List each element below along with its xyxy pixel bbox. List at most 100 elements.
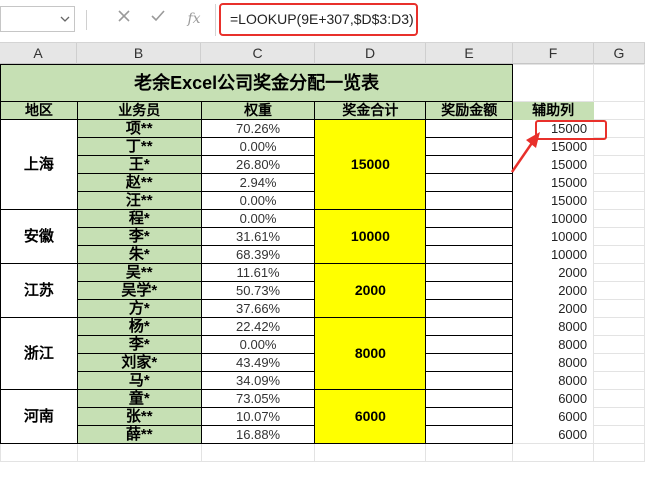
weight-cell[interactable]: 73.05% xyxy=(200,389,316,408)
empty-cell[interactable] xyxy=(593,64,645,102)
empty-cell[interactable] xyxy=(593,101,645,120)
helper-cell[interactable]: 8000 xyxy=(513,318,594,336)
empty-cell[interactable] xyxy=(593,335,645,354)
person-cell[interactable]: 李* xyxy=(76,335,202,354)
empty-cell[interactable] xyxy=(593,353,645,372)
empty-cell[interactable] xyxy=(512,64,595,102)
column-header-c[interactable]: C xyxy=(201,43,315,64)
empty-cell[interactable] xyxy=(593,245,645,264)
weight-cell[interactable]: 34.09% xyxy=(200,371,316,390)
person-cell[interactable]: 项** xyxy=(76,119,202,138)
empty-cell[interactable] xyxy=(593,317,645,336)
empty-cell[interactable] xyxy=(593,227,645,246)
helper-cell[interactable]: 2000 xyxy=(513,282,594,300)
bonus-cell[interactable] xyxy=(425,227,514,246)
person-cell[interactable]: 朱* xyxy=(76,245,202,264)
header-bonus[interactable]: 奖励金额 xyxy=(425,101,514,120)
column-header-a[interactable]: A xyxy=(0,43,77,64)
bonus-cell[interactable] xyxy=(425,317,514,336)
weight-cell[interactable]: 0.00% xyxy=(200,191,316,210)
helper-cell[interactable]: 6000 xyxy=(513,408,594,426)
empty-cell[interactable] xyxy=(593,425,645,444)
person-cell[interactable]: 童* xyxy=(76,389,202,408)
helper-cell[interactable]: 6000 xyxy=(513,426,594,444)
bonus-cell[interactable] xyxy=(425,353,514,372)
bonus-cell[interactable] xyxy=(425,245,514,264)
region-cell[interactable]: 安徽 xyxy=(0,209,78,264)
empty-cell[interactable] xyxy=(0,443,78,462)
empty-cell[interactable] xyxy=(593,155,645,174)
weight-cell[interactable]: 31.61% xyxy=(200,227,316,246)
header-region[interactable]: 地区 xyxy=(0,101,78,120)
region-cell[interactable]: 江苏 xyxy=(0,263,78,318)
empty-cell[interactable] xyxy=(593,371,645,390)
bonus-cell[interactable] xyxy=(425,389,514,408)
weight-cell[interactable]: 16.88% xyxy=(200,425,316,444)
helper-cell[interactable]: 2000 xyxy=(513,300,594,318)
column-header-g[interactable]: G xyxy=(594,43,645,64)
person-cell[interactable]: 汪** xyxy=(76,191,202,210)
total-cell[interactable]: 10000 xyxy=(314,209,427,264)
empty-cell[interactable] xyxy=(512,443,595,462)
helper-cell[interactable]: 10000 xyxy=(513,246,594,264)
chevron-down-icon[interactable] xyxy=(60,14,70,24)
empty-cell[interactable] xyxy=(593,407,645,426)
person-cell[interactable]: 薛** xyxy=(76,425,202,444)
weight-cell[interactable]: 10.07% xyxy=(200,407,316,426)
bonus-cell[interactable] xyxy=(425,281,514,300)
helper-cell[interactable]: 10000 xyxy=(513,228,594,246)
fx-icon[interactable]: fx xyxy=(184,9,204,29)
bonus-cell[interactable] xyxy=(425,335,514,354)
person-cell[interactable]: 张** xyxy=(76,407,202,426)
total-cell[interactable]: 15000 xyxy=(314,119,427,210)
person-cell[interactable]: 吴学* xyxy=(76,281,202,300)
sheet-title[interactable]: 老余Excel公司奖金分配一览表 xyxy=(0,64,514,102)
weight-cell[interactable]: 70.26% xyxy=(200,119,316,138)
column-header-d[interactable]: D xyxy=(315,43,426,64)
helper-cell[interactable]: 2000 xyxy=(513,264,594,282)
header-helper[interactable]: 辅助列 xyxy=(512,101,595,120)
empty-cell[interactable] xyxy=(593,389,645,408)
bonus-cell[interactable] xyxy=(425,263,514,282)
person-cell[interactable]: 吴** xyxy=(76,263,202,282)
column-header-e[interactable]: E xyxy=(426,43,513,64)
helper-cell[interactable]: 15000 xyxy=(513,192,594,210)
bonus-cell[interactable] xyxy=(425,407,514,426)
empty-cell[interactable] xyxy=(593,191,645,210)
empty-cell[interactable] xyxy=(76,443,202,462)
helper-cell[interactable]: 10000 xyxy=(513,210,594,228)
column-header-b[interactable]: B xyxy=(77,43,201,64)
bonus-cell[interactable] xyxy=(425,425,514,444)
person-cell[interactable]: 刘家* xyxy=(76,353,202,372)
person-cell[interactable]: 马* xyxy=(76,371,202,390)
bonus-cell[interactable] xyxy=(425,209,514,228)
empty-cell[interactable] xyxy=(425,443,514,462)
region-cell[interactable]: 浙江 xyxy=(0,317,78,390)
header-person[interactable]: 业务员 xyxy=(76,101,202,120)
helper-cell[interactable]: 8000 xyxy=(513,354,594,372)
person-cell[interactable]: 赵** xyxy=(76,173,202,192)
empty-cell[interactable] xyxy=(593,173,645,192)
total-cell[interactable]: 6000 xyxy=(314,389,427,444)
weight-cell[interactable]: 0.00% xyxy=(200,209,316,228)
bonus-cell[interactable] xyxy=(425,191,514,210)
empty-cell[interactable] xyxy=(593,299,645,318)
weight-cell[interactable]: 26.80% xyxy=(200,155,316,174)
column-header-f[interactable]: F xyxy=(513,43,594,64)
person-cell[interactable]: 杨* xyxy=(76,317,202,336)
weight-cell[interactable]: 0.00% xyxy=(200,335,316,354)
empty-cell[interactable] xyxy=(593,281,645,300)
empty-cell[interactable] xyxy=(593,137,645,156)
person-cell[interactable]: 方* xyxy=(76,299,202,318)
weight-cell[interactable]: 37.66% xyxy=(200,299,316,318)
helper-cell[interactable]: 8000 xyxy=(513,372,594,390)
region-cell[interactable]: 河南 xyxy=(0,389,78,444)
helper-cell[interactable]: 6000 xyxy=(513,390,594,408)
bonus-cell[interactable] xyxy=(425,371,514,390)
person-cell[interactable]: 程* xyxy=(76,209,202,228)
region-cell[interactable]: 上海 xyxy=(0,119,78,210)
person-cell[interactable]: 王* xyxy=(76,155,202,174)
weight-cell[interactable]: 50.73% xyxy=(200,281,316,300)
helper-cell[interactable]: 8000 xyxy=(513,336,594,354)
check-icon[interactable] xyxy=(148,9,168,29)
